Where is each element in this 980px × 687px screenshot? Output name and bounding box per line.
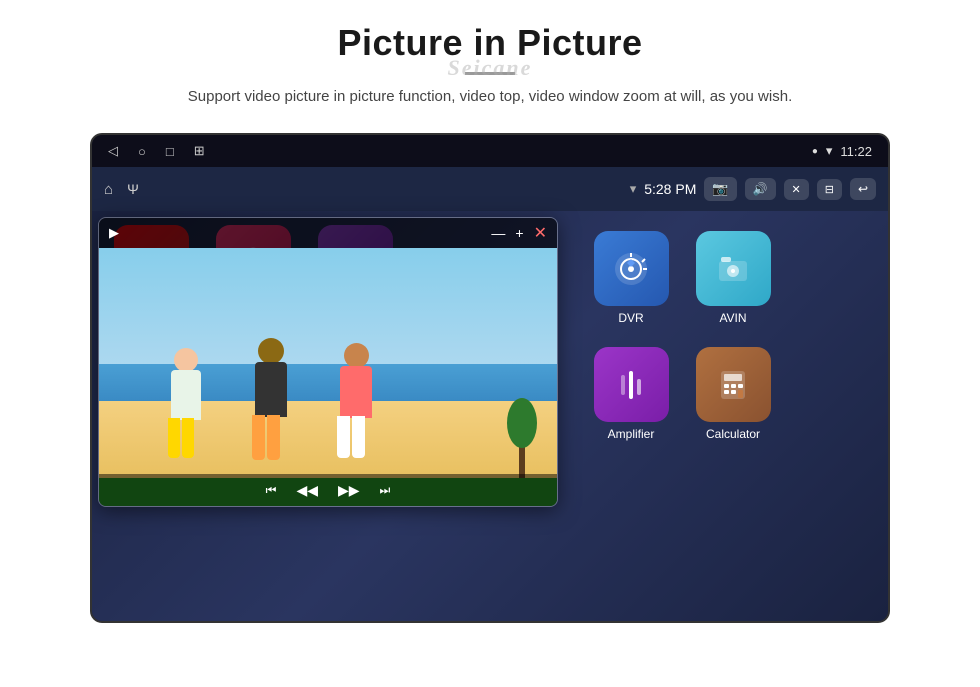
sound-button[interactable]: 🔊 [745,178,776,200]
pip-window[interactable]: ▶ — + ✕ [98,217,558,507]
person-3-leg1 [337,416,350,458]
pip-bottom-controls: ⏮ ◀◀ ▶▶ ⏭ [99,474,557,506]
toolbar-right: ▾ 5:28 PM 📷 🔊 ✕ ⊟ ↩ [630,177,876,201]
header-section: Picture in Picture Seicane Support video… [0,0,980,133]
status-time: 11:22 [840,144,872,159]
app-row-3: Amplifier [586,347,874,441]
page-title: Picture in Picture [60,22,920,64]
title-divider [465,72,515,75]
avin-icon [696,231,771,306]
page-wrapper: Picture in Picture Seicane Support video… [0,0,980,687]
device-frame: ◁ ○ □ ⊞ ● ▾ 11:22 ⌂ Ψ ▾ 5:28 PM 📷 🔊 [90,133,890,623]
dvr-svg [611,249,651,289]
person-2-head [258,338,284,364]
app-dvr[interactable]: DVR [586,231,676,325]
calculator-svg [713,365,753,405]
pip-rewind-button[interactable]: ◀◀ [296,482,318,499]
home-icon[interactable]: ⌂ [104,181,113,198]
pip-forward-button[interactable]: ▶▶ [338,482,360,499]
close-toolbar-button[interactable]: ✕ [784,179,809,200]
person-1-leg2 [182,418,194,458]
pip-header: ▶ — + ✕ [99,218,557,248]
android-content: N Netflix S SiriusXM [92,211,888,623]
wifi-toolbar-icon: ▾ [630,181,637,197]
person-3-head [344,343,369,368]
person-3-leg2 [352,416,365,458]
nav-home-icon[interactable]: ○ [138,144,146,159]
back-button[interactable]: ↩ [850,178,876,200]
person-1-leg1 [168,418,180,458]
calculator-label: Calculator [706,427,760,441]
nav-buttons: ◁ ○ □ ⊞ [108,143,205,159]
person-1-head [174,348,198,372]
tree-1 [507,398,537,478]
person-1-torso [171,370,201,420]
nav-recent-icon[interactable]: □ [166,144,174,159]
app-calculator[interactable]: Calculator [688,347,778,441]
usb-icon: Ψ [127,181,139,197]
pip-controls: — + ✕ [491,223,547,243]
tree-leaves [507,398,537,448]
status-right: ● ▾ 11:22 [812,143,872,159]
person-1 [159,348,214,468]
wifi-status-icon: ▾ [826,143,833,159]
signal-icon: ● [812,146,818,157]
person-2-leg2 [267,415,280,460]
toolbar-time: 5:28 PM [644,181,696,197]
calculator-icon [696,347,771,422]
pip-minimize-button[interactable]: — [491,225,505,241]
amplifier-label: Amplifier [608,427,655,441]
camera-button[interactable]: 📷 [704,177,736,201]
subtitle: Support video picture in picture functio… [60,85,920,109]
android-toolbar: ⌂ Ψ ▾ 5:28 PM 📷 🔊 ✕ ⊟ ↩ [92,167,888,211]
avin-svg [713,249,753,289]
pip-expand-button[interactable]: + [515,225,523,241]
dvr-icon [594,231,669,306]
person-3-torso [340,366,372,418]
dvr-label: DVR [618,311,643,325]
person-2-torso [255,362,287,417]
android-status-bar: ◁ ○ □ ⊞ ● ▾ 11:22 [92,135,888,167]
nav-back-icon[interactable]: ◁ [108,143,118,159]
person-3 [329,343,384,468]
person-2 [244,338,299,468]
person-2-leg1 [252,415,265,460]
nav-extra-icon[interactable]: ⊞ [194,143,205,159]
pip-video: ⏮ ◀◀ ▶▶ ⏭ [99,248,557,506]
toolbar-left: ⌂ Ψ [104,181,139,198]
avin-label: AVIN [719,311,746,325]
app-avin[interactable]: AVIN [688,231,778,325]
pip-prev-button[interactable]: ⏮ [266,483,277,498]
pip-close-button[interactable]: ✕ [534,223,547,243]
pip-play-icon[interactable]: ▶ [109,225,119,241]
amplifier-svg [611,365,651,405]
amplifier-icon [594,347,669,422]
app-row-2: DVR AVIN [586,231,874,325]
window-button[interactable]: ⊟ [817,179,842,200]
pip-next-button[interactable]: ⏭ [380,483,391,498]
app-amplifier[interactable]: Amplifier [586,347,676,441]
